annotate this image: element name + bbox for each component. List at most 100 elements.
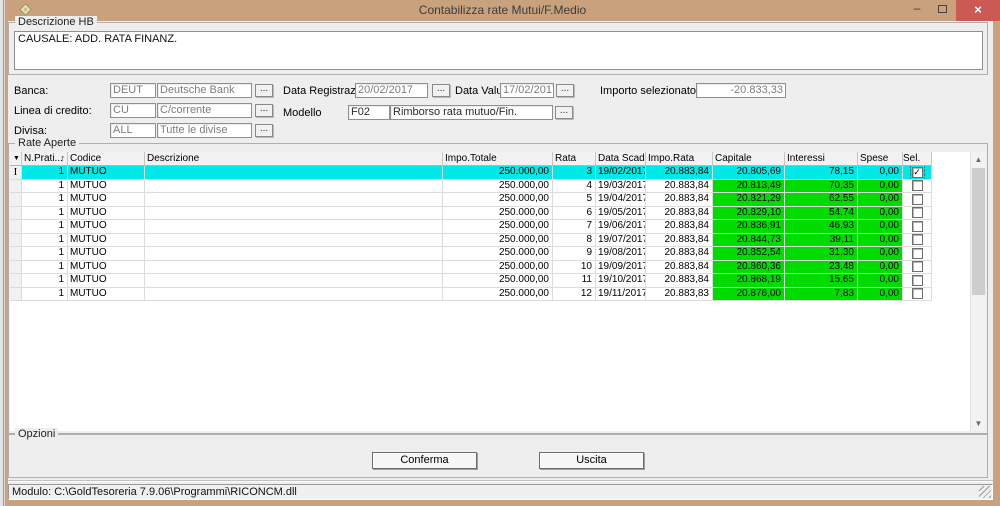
row-selector[interactable] bbox=[10, 274, 22, 288]
cell-sel[interactable] bbox=[903, 287, 932, 301]
data-valuta-field[interactable]: 17/02/2017 bbox=[500, 83, 554, 98]
checkbox-unchecked-icon[interactable] bbox=[911, 261, 923, 273]
resize-grip-icon[interactable] bbox=[979, 486, 991, 498]
importo-selezionato-field[interactable]: -20.833,33 bbox=[696, 83, 786, 98]
vertical-scrollbar[interactable]: ▲ ▼ bbox=[970, 152, 985, 431]
table-row[interactable]: 1 MUTUO 250.000,00 5 19/04/2017 20.883,84 20.8… bbox=[10, 193, 970, 207]
scrollbar-thumb[interactable] bbox=[972, 168, 985, 295]
column-header-impo-rata[interactable]: Impo.Rata bbox=[646, 152, 713, 166]
modello-browse-button[interactable]: ... bbox=[555, 106, 573, 119]
cell-sel[interactable] bbox=[903, 220, 932, 234]
close-button[interactable]: × bbox=[956, 0, 1000, 21]
checkbox-unchecked-icon[interactable] bbox=[911, 288, 923, 300]
divisa-code-field[interactable]: ALL bbox=[110, 123, 156, 138]
table-row[interactable]: 1 MUTUO 250.000,00 4 19/03/2017 20.883,84 20.8… bbox=[10, 179, 970, 193]
column-header-codice[interactable]: Codice bbox=[68, 152, 145, 166]
row-selector[interactable] bbox=[10, 233, 22, 247]
row-selector[interactable] bbox=[10, 287, 22, 301]
cell-rata: 4 bbox=[553, 179, 596, 193]
column-header-sel[interactable]: Sel. bbox=[903, 152, 932, 166]
column-header-interessi[interactable]: Interessi bbox=[785, 152, 858, 166]
cell-descrizione bbox=[145, 193, 443, 207]
linea-di-credito-browse-button[interactable]: ... bbox=[255, 104, 273, 117]
divisa-desc-field[interactable]: Tutte le divise bbox=[157, 123, 252, 138]
column-header-rata[interactable]: Rata bbox=[553, 152, 596, 166]
titlebar[interactable]: Contabilizza rate Mutui/F.Medio – × bbox=[5, 0, 1000, 21]
row-selector[interactable] bbox=[10, 193, 22, 207]
checkbox-checked-icon[interactable]: ✓ bbox=[909, 166, 925, 179]
checkbox-unchecked-icon[interactable] bbox=[911, 274, 923, 286]
checkbox-unchecked-icon[interactable] bbox=[911, 234, 923, 246]
column-header-impo-totale[interactable]: Impo.Totale bbox=[443, 152, 553, 166]
checkbox-unchecked-icon[interactable] bbox=[911, 207, 923, 219]
table-row[interactable]: 1 MUTUO 250.000,00 11 19/10/2017 20.883,84 20.… bbox=[10, 274, 970, 288]
column-header-spese[interactable]: Spese bbox=[858, 152, 903, 166]
row-selector[interactable] bbox=[10, 206, 22, 220]
conferma-button[interactable]: Conferma bbox=[372, 452, 477, 469]
data-valuta-browse-button[interactable]: ... bbox=[556, 84, 574, 97]
row-selector[interactable] bbox=[10, 220, 22, 234]
cell-descrizione bbox=[145, 247, 443, 261]
column-header-capitale[interactable]: Capitale bbox=[713, 152, 785, 166]
cell-codice: MUTUO bbox=[68, 166, 145, 180]
table-row[interactable]: 1 MUTUO 250.000,00 10 19/09/2017 20.883,84 20.… bbox=[10, 260, 970, 274]
row-selector[interactable]: I bbox=[10, 166, 22, 180]
checkbox-unchecked-icon[interactable] bbox=[911, 220, 923, 232]
cell-sel[interactable]: ✓ bbox=[903, 166, 932, 180]
cell-sel[interactable] bbox=[903, 274, 932, 288]
row-selector[interactable] bbox=[10, 179, 22, 193]
cell-descrizione bbox=[145, 233, 443, 247]
row-selector[interactable] bbox=[10, 247, 22, 261]
descrizione-hb-textbox[interactable]: CAUSALE: ADD. RATA FINANZ. bbox=[14, 31, 983, 70]
row-selector[interactable] bbox=[10, 260, 22, 274]
table-row[interactable]: I 1 MUTUO 250.000,00 3 19/02/2017 20.883,84 20.… bbox=[10, 166, 970, 180]
cell-sel[interactable] bbox=[903, 233, 932, 247]
modello-code-field[interactable]: F02 bbox=[348, 105, 390, 120]
table-row[interactable]: 1 MUTUO 250.000,00 8 19/07/2017 20.883,84 20.8… bbox=[10, 233, 970, 247]
data-registrazione-field[interactable]: 20/02/2017 bbox=[355, 83, 428, 98]
cell-impo_totale: 250.000,00 bbox=[443, 166, 553, 180]
banca-code-field[interactable]: DEUT bbox=[110, 83, 156, 98]
cell-sel[interactable] bbox=[903, 179, 932, 193]
column-header-data-scad[interactable]: Data Scad. bbox=[596, 152, 646, 166]
scroll-down-icon[interactable]: ▼ bbox=[971, 416, 986, 431]
checkbox-unchecked-icon[interactable] bbox=[911, 193, 923, 205]
table-row[interactable]: 1 MUTUO 250.000,00 12 19/11/2017 20.883,83 20.… bbox=[10, 287, 970, 301]
table-row[interactable]: 1 MUTUO 250.000,00 7 19/06/2017 20.883,84 20.8… bbox=[10, 220, 970, 234]
table-row[interactable]: 1 MUTUO 250.000,00 9 19/08/2017 20.883,84 20.8… bbox=[10, 247, 970, 261]
modello-desc-field[interactable]: Rimborso rata mutuo/Fin. bbox=[390, 105, 553, 120]
checkbox-unchecked-icon[interactable] bbox=[911, 247, 923, 259]
descrizione-hb-label: Descrizione HB bbox=[15, 16, 97, 28]
data-registrazione-browse-button[interactable]: ... bbox=[432, 84, 450, 97]
table-row[interactable]: 1 MUTUO 250.000,00 6 19/05/2017 20.883,84 20.8… bbox=[10, 206, 970, 220]
cell-sel[interactable] bbox=[903, 247, 932, 261]
scroll-up-icon[interactable]: ▲ bbox=[971, 152, 986, 167]
cell-sel[interactable] bbox=[903, 260, 932, 274]
cell-interessi: 7,83 bbox=[785, 287, 858, 301]
minimize-button[interactable]: – bbox=[904, 0, 930, 21]
divisa-label: Divisa: bbox=[14, 125, 48, 137]
cell-codice: MUTUO bbox=[68, 193, 145, 207]
cell-impo_totale: 250.000,00 bbox=[443, 247, 553, 261]
divisa-browse-button[interactable]: ... bbox=[255, 124, 273, 137]
column-header-descrizione[interactable]: Descrizione bbox=[145, 152, 443, 166]
linea-di-credito-code-field[interactable]: CU bbox=[110, 103, 156, 118]
banca-browse-button[interactable]: ... bbox=[255, 84, 273, 97]
cell-rata: 5 bbox=[553, 193, 596, 207]
column-header-npratica[interactable]: N.Prati... ↑ bbox=[22, 152, 68, 166]
maximize-button[interactable] bbox=[930, 0, 956, 21]
checkbox-unchecked-icon[interactable] bbox=[911, 180, 923, 192]
banca-desc-field[interactable]: Deutsche Bank bbox=[157, 83, 252, 98]
uscita-button[interactable]: Uscita bbox=[539, 452, 644, 469]
cell-rata: 6 bbox=[553, 206, 596, 220]
column-filter-header[interactable]: ▼ bbox=[10, 152, 22, 166]
cell-sel[interactable] bbox=[903, 193, 932, 207]
cell-sel[interactable] bbox=[903, 206, 932, 220]
linea-di-credito-desc-field[interactable]: C/corrente bbox=[157, 103, 252, 118]
importo-selezionato-label: Importo selezionato bbox=[600, 85, 696, 97]
cell-codice: MUTUO bbox=[68, 220, 145, 234]
cell-capitale: 20.829,10 bbox=[713, 206, 785, 220]
cell-n: 1 bbox=[22, 260, 68, 274]
client-area: Descrizione HB CAUSALE: ADD. RATA FINANZ… bbox=[8, 16, 993, 500]
cell-capitale: 20.876,00 bbox=[713, 287, 785, 301]
